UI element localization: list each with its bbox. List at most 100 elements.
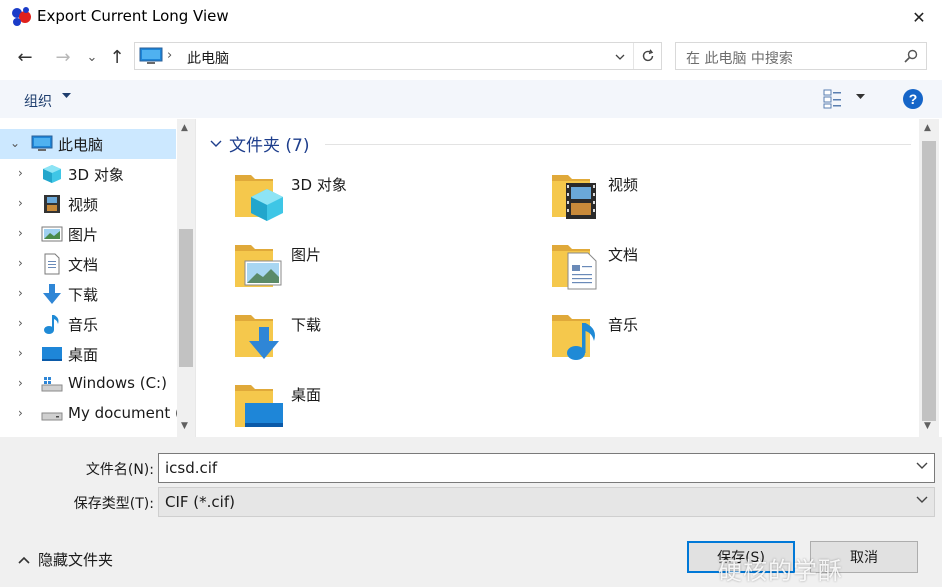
- sidebar-item-label: My document (: [68, 404, 181, 422]
- file-list-pane: 文件夹 (7) 3D 对象 视频 图片 文档 下载 音乐 桌面 ▲ ▼: [197, 119, 942, 437]
- sidebar-item-label: 3D 对象: [68, 166, 124, 184]
- refresh-button[interactable]: [633, 43, 661, 69]
- folder-desktop[interactable]: 桌面: [233, 379, 533, 437]
- group-divider: [325, 144, 911, 145]
- filename-label: 文件名(N):: [85, 462, 154, 478]
- folder-3d-objects[interactable]: 3D 对象: [233, 169, 533, 233]
- view-options-caret-icon[interactable]: [856, 94, 865, 100]
- address-dropdown-button[interactable]: [611, 47, 629, 67]
- forward-arrow-icon: →: [55, 46, 71, 68]
- folder-video[interactable]: 视频: [550, 169, 850, 233]
- sidebar-item-my-document[interactable]: › My document (: [0, 399, 181, 429]
- expand-chevron-icon[interactable]: ›: [18, 406, 23, 420]
- sidebar-item-desktop[interactable]: › 桌面: [0, 339, 176, 369]
- search-box[interactable]: 在 此电脑 中搜索: [675, 42, 927, 70]
- sidebar-item-music[interactable]: › 音乐: [0, 309, 176, 339]
- breadcrumb-this-pc[interactable]: 此电脑: [187, 48, 229, 68]
- filetype-select[interactable]: CIF (*.cif): [158, 487, 935, 517]
- change-view-icon[interactable]: [823, 89, 843, 109]
- collapse-chevron-icon[interactable]: ⌄: [10, 136, 20, 150]
- title-bar: Export Current Long View ✕: [0, 0, 942, 34]
- sidebar-item-this-pc[interactable]: ⌄ 此电脑: [0, 129, 176, 159]
- pc-icon: [31, 135, 53, 151]
- music-icon: [44, 315, 59, 334]
- folder-label: 视频: [608, 176, 639, 194]
- close-button[interactable]: ✕: [896, 0, 942, 34]
- filetype-label: 保存类型(T):: [73, 496, 154, 512]
- pictures-icon: [41, 226, 63, 242]
- folder-pictures[interactable]: 图片: [233, 239, 533, 303]
- folder-documents[interactable]: 文档: [550, 239, 850, 303]
- video-folder-icon: [552, 175, 596, 219]
- search-input[interactable]: 在 此电脑 中搜索: [686, 48, 793, 68]
- expand-chevron-icon[interactable]: ›: [18, 376, 23, 390]
- watermark-text: 硬核的学酥: [718, 557, 843, 585]
- expand-chevron-icon[interactable]: ›: [18, 346, 23, 360]
- 3d-objects-icon: [43, 165, 61, 183]
- chevron-down-icon[interactable]: [916, 496, 928, 504]
- folders-group-header[interactable]: 文件夹 (7): [209, 131, 309, 156]
- chevron-down-icon: ⌄: [86, 49, 98, 65]
- sidebar-item-pictures[interactable]: › 图片: [0, 219, 176, 249]
- expand-chevron-icon[interactable]: ›: [18, 286, 23, 300]
- forward-button[interactable]: →: [52, 46, 74, 68]
- folder-music[interactable]: 音乐: [550, 309, 850, 373]
- address-bar[interactable]: › 此电脑: [134, 42, 662, 70]
- folder-label: 图片: [291, 246, 322, 264]
- chevron-down-icon: [210, 140, 222, 147]
- sidebar-item-windows-c[interactable]: › Windows (C:): [0, 369, 176, 399]
- 3d-objects-folder-icon: [235, 175, 283, 221]
- sidebar-item-label: 音乐: [68, 316, 99, 334]
- help-icon[interactable]: ?: [902, 88, 924, 110]
- download-folder-icon: [235, 315, 279, 359]
- sidebar-item-documents[interactable]: › 文档: [0, 249, 176, 279]
- scrollbar-thumb[interactable]: [922, 141, 936, 421]
- scroll-up-icon[interactable]: ▲: [181, 123, 188, 133]
- up-button[interactable]: ↑: [106, 46, 128, 68]
- back-arrow-icon: ←: [17, 46, 33, 68]
- scrollbar-thumb[interactable]: [179, 229, 193, 367]
- video-icon: [44, 195, 60, 213]
- refresh-icon: [642, 49, 653, 62]
- expand-chevron-icon[interactable]: ›: [18, 196, 23, 210]
- scroll-down-icon[interactable]: ▼: [924, 421, 931, 431]
- expand-chevron-icon[interactable]: ›: [18, 256, 23, 270]
- expand-chevron-icon[interactable]: ›: [18, 226, 23, 240]
- expand-chevron-icon[interactable]: ›: [18, 316, 23, 330]
- recent-locations-button[interactable]: ⌄: [84, 46, 100, 68]
- breadcrumb-chevron-icon: ›: [167, 48, 173, 63]
- scroll-down-icon[interactable]: ▼: [181, 421, 188, 431]
- svg-text:?: ?: [909, 91, 918, 107]
- hide-folders-toggle[interactable]: 隐藏文件夹: [18, 549, 113, 570]
- folder-label: 文档: [608, 246, 639, 264]
- sidebar-item-label: 视频: [68, 196, 99, 214]
- filename-field[interactable]: icsd.cif: [158, 453, 935, 483]
- navigation-scrollbar[interactable]: ▲ ▼: [177, 119, 195, 437]
- filename-input[interactable]: icsd.cif: [165, 459, 217, 477]
- caret-down-icon: [62, 93, 71, 98]
- navigation-pane: ⌄ 此电脑 › 3D 对象 › 视频 › 图片 › 文档 › 下载 › 音乐 ›…: [0, 119, 196, 437]
- sidebar-item-label: 文档: [68, 256, 99, 274]
- back-button[interactable]: ←: [14, 46, 36, 68]
- cancel-button-label: 取消: [850, 550, 878, 566]
- folder-label: 桌面: [291, 386, 322, 404]
- folder-label: 下载: [291, 316, 322, 334]
- music-folder-icon: [552, 315, 595, 360]
- sidebar-item-video[interactable]: › 视频: [0, 189, 176, 219]
- app-icon: [12, 7, 31, 26]
- folder-label: 3D 对象: [291, 176, 347, 194]
- pictures-folder-icon: [235, 245, 282, 287]
- desktop-icon: [42, 347, 62, 361]
- scroll-up-icon[interactable]: ▲: [924, 123, 931, 133]
- sidebar-item-label: 下载: [68, 286, 99, 304]
- file-list-scrollbar[interactable]: ▲ ▼: [919, 119, 939, 437]
- expand-chevron-icon[interactable]: ›: [18, 166, 23, 180]
- hide-folders-label: 隐藏文件夹: [38, 551, 114, 569]
- sidebar-item-downloads[interactable]: › 下载: [0, 279, 176, 309]
- pc-icon: [139, 47, 163, 64]
- sidebar-item-3d-objects[interactable]: › 3D 对象: [0, 159, 176, 189]
- organize-menu[interactable]: 组织: [24, 91, 52, 111]
- folder-downloads[interactable]: 下载: [233, 309, 533, 373]
- chevron-down-icon[interactable]: [916, 462, 928, 470]
- sidebar-item-label: 此电脑: [58, 136, 104, 154]
